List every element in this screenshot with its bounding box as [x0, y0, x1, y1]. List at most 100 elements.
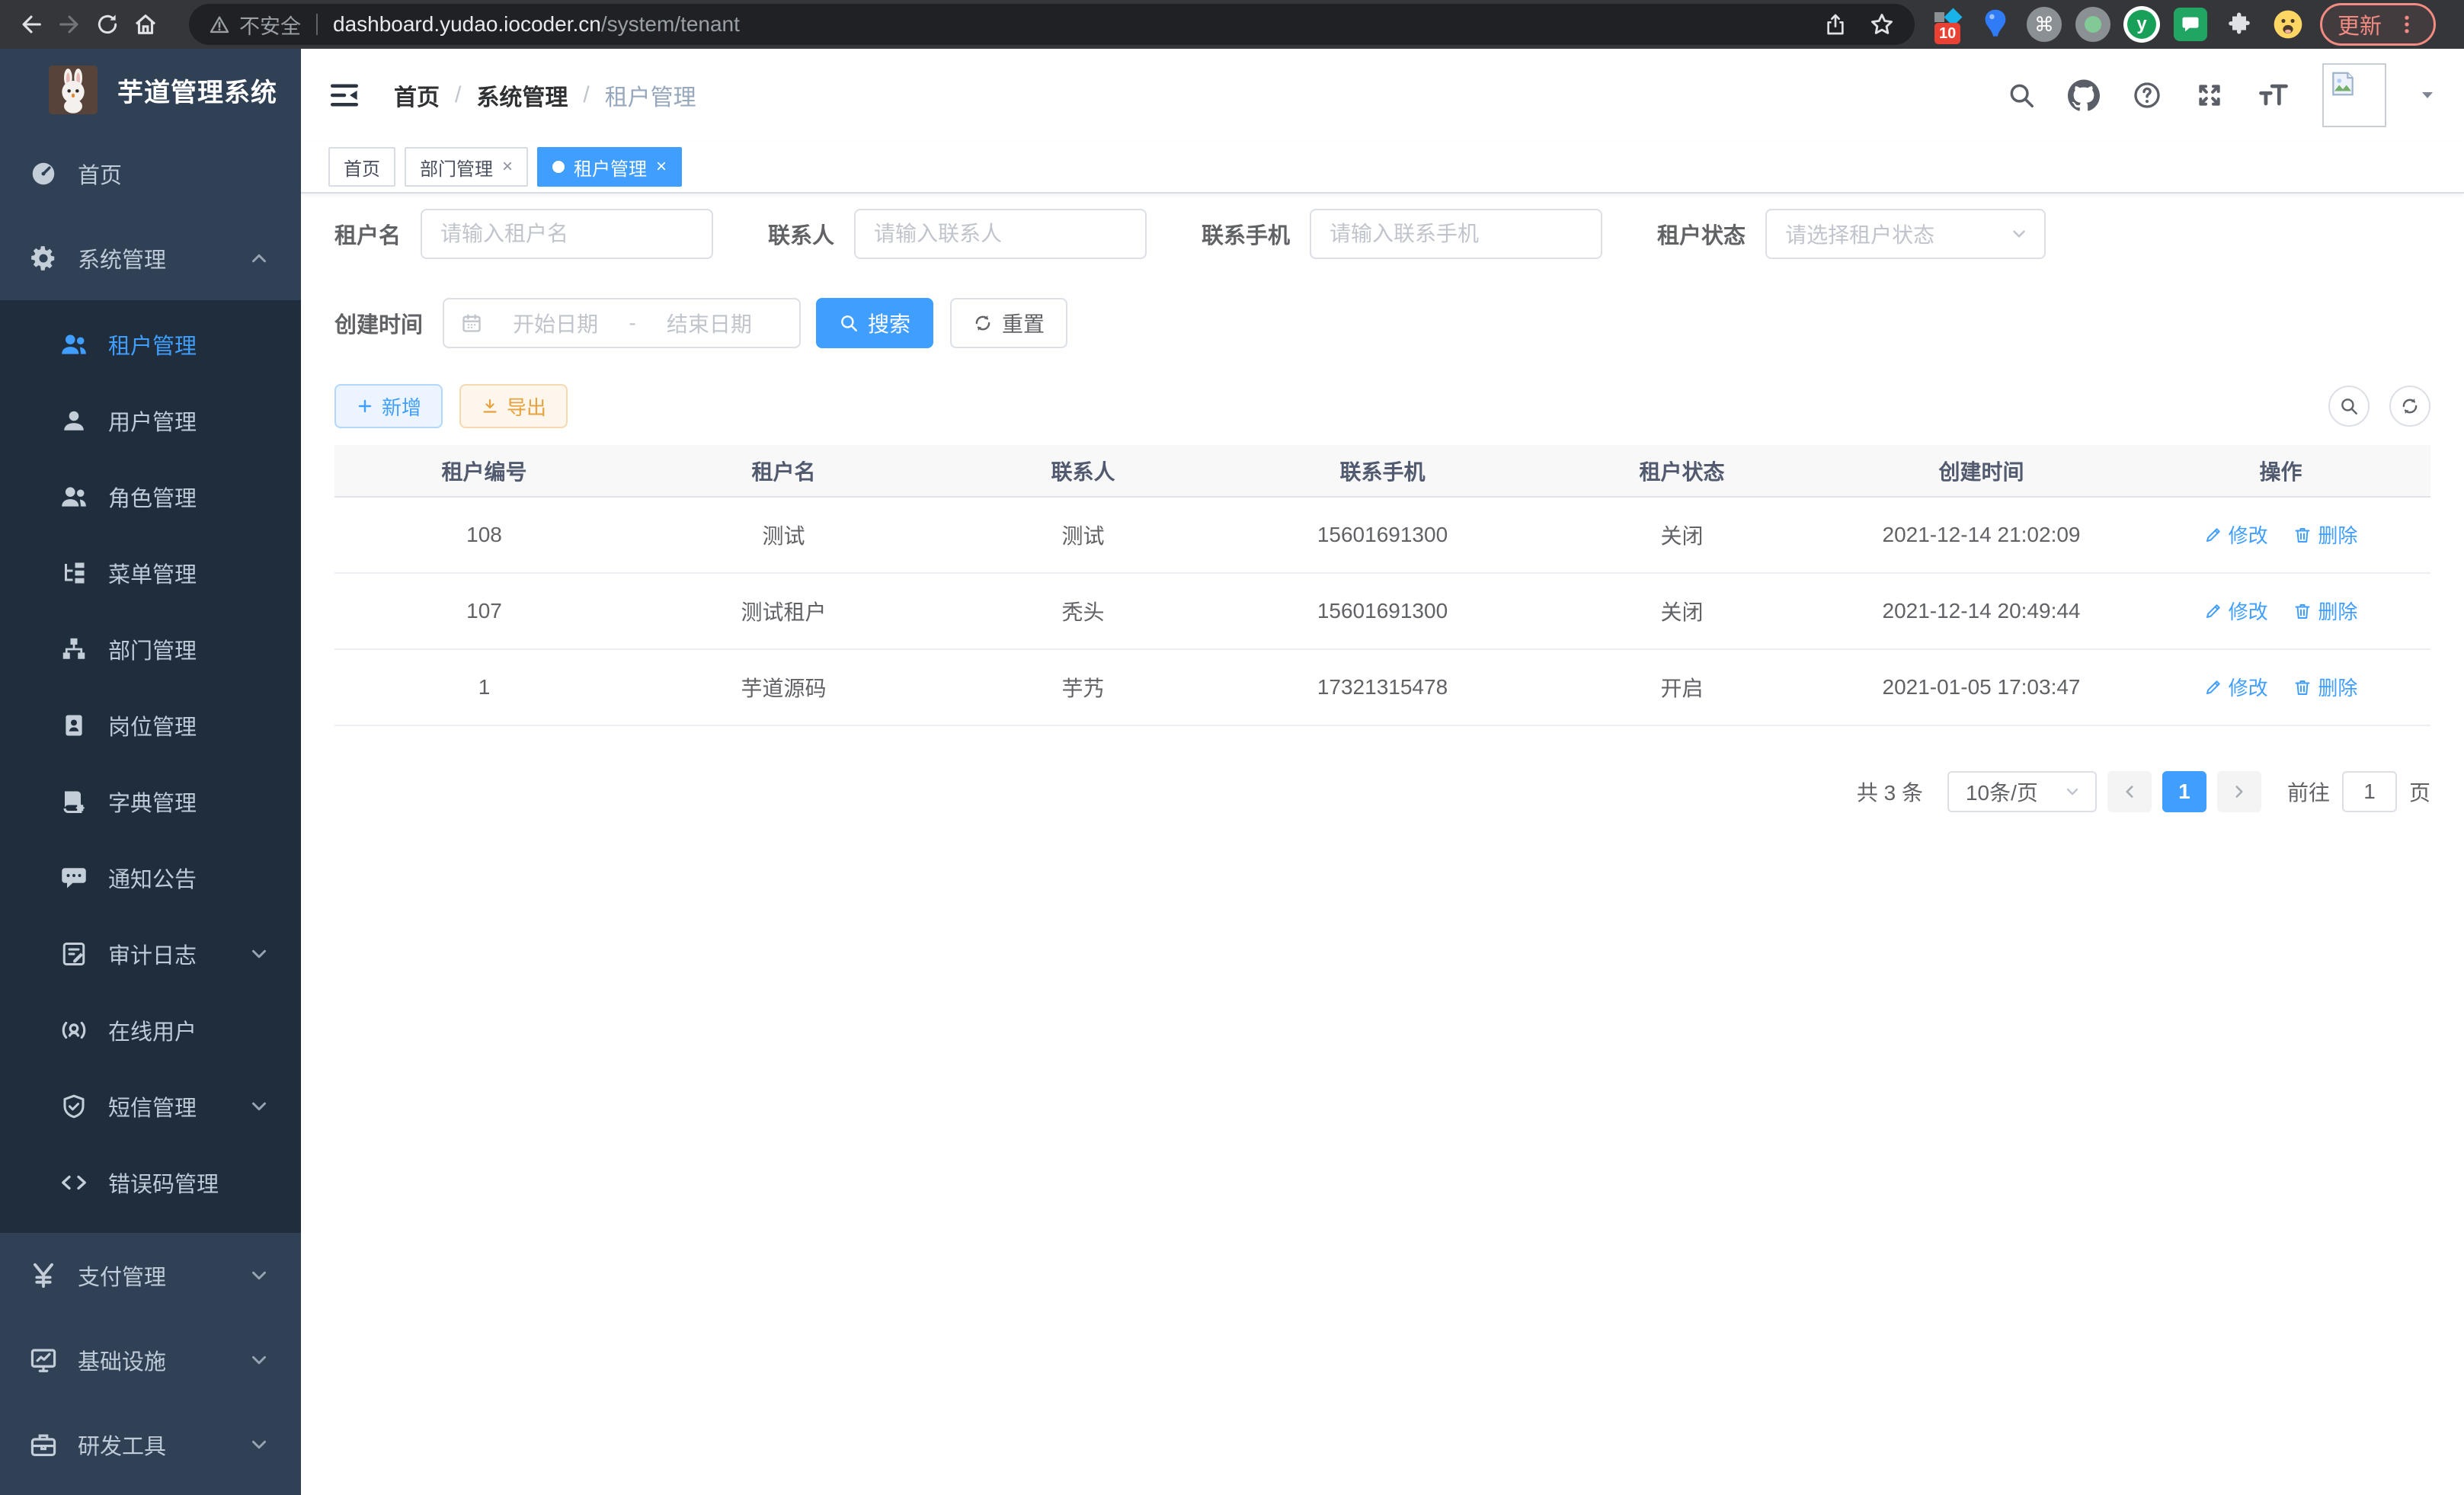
edit-button[interactable]: 修改	[2204, 597, 2268, 625]
browser-forward-button[interactable]	[50, 5, 88, 43]
sidebar-item-dict[interactable]: 字典管理	[0, 764, 301, 840]
font-size-icon[interactable]	[2257, 78, 2290, 112]
breadcrumb-home[interactable]: 首页	[394, 78, 440, 112]
toggle-search-button[interactable]	[2328, 386, 2370, 427]
profile-avatar-icon[interactable]	[2267, 3, 2309, 46]
share-icon[interactable]	[1823, 12, 1848, 37]
mobile-input[interactable]	[1310, 209, 1602, 259]
tag-home[interactable]: 首页	[328, 147, 395, 187]
page-size-select[interactable]: 10条/页	[1947, 771, 2097, 812]
browser-back-button[interactable]	[12, 5, 50, 43]
browser-home-button[interactable]	[126, 5, 165, 43]
close-icon[interactable]: ×	[502, 156, 513, 178]
browser-menu-icon[interactable]	[2395, 13, 2418, 36]
user-icon	[58, 407, 90, 434]
page-1-button[interactable]: 1	[2162, 771, 2206, 812]
tags-view-bar: 首页 部门管理 × 租户管理 ×	[301, 142, 2464, 194]
prev-page-button[interactable]	[2107, 771, 2152, 812]
table-header-row: 租户编号 租户名 联系人 联系手机 租户状态 创建时间 操作	[334, 445, 2430, 497]
github-icon[interactable]	[2068, 79, 2100, 111]
breadcrumb-system[interactable]: 系统管理	[476, 78, 568, 112]
contact-input[interactable]	[854, 209, 1147, 259]
avatar[interactable]	[2322, 63, 2386, 127]
help-icon[interactable]	[2132, 80, 2162, 110]
address-bar[interactable]: 不安全 dashboard.yudao.iocoder.cn/system/te…	[189, 4, 1915, 45]
date-start-placeholder[interactable]: 开始日期	[482, 308, 629, 338]
sidebar-item-notice[interactable]: 通知公告	[0, 840, 301, 916]
edit-document-icon	[58, 940, 90, 968]
sidebar-item-error-code[interactable]: 错误码管理	[0, 1144, 301, 1221]
delete-button[interactable]: 删除	[2293, 520, 2357, 549]
extensions-puzzle-icon[interactable]	[2218, 3, 2261, 46]
goto-label: 前往	[2287, 776, 2330, 807]
extension-y-icon[interactable]: y	[2120, 3, 2163, 46]
calendar-icon	[461, 312, 482, 334]
delete-button[interactable]: 删除	[2293, 597, 2357, 625]
edit-button[interactable]: 修改	[2204, 520, 2268, 549]
dictionary-icon	[58, 788, 90, 815]
sidebar-item-audit-log[interactable]: 审计日志	[0, 916, 301, 992]
create-time-label: 创建时间	[334, 307, 423, 339]
sidebar-item-payment[interactable]: 支付管理	[0, 1233, 301, 1317]
status-select[interactable]: 请选择租户状态	[1765, 209, 2046, 259]
code-icon	[58, 1169, 90, 1196]
sidebar-item-sms[interactable]: 短信管理	[0, 1068, 301, 1144]
sidebar-item-menu[interactable]: 菜单管理	[0, 535, 301, 611]
sidebar-item-infrastructure[interactable]: 基础设施	[0, 1317, 301, 1402]
next-page-button[interactable]	[2217, 771, 2261, 812]
add-button[interactable]: 新增	[334, 384, 443, 428]
sidebar-item-online-user[interactable]: 在线用户	[0, 992, 301, 1068]
refresh-icon	[973, 313, 993, 333]
extension-balloon-icon[interactable]	[1974, 3, 2017, 46]
org-tree-icon	[58, 635, 90, 663]
date-end-placeholder[interactable]: 结束日期	[636, 308, 782, 338]
contact-label: 联系人	[768, 218, 834, 250]
pencil-icon	[2204, 678, 2222, 696]
col-mobile: 联系手机	[1233, 445, 1532, 497]
pagination: 共 3 条 10条/页 1 前往 页	[334, 771, 2430, 812]
browser-reload-button[interactable]	[88, 5, 126, 43]
delete-button[interactable]: 删除	[2293, 673, 2357, 701]
tenant-name-label: 租户名	[334, 218, 401, 250]
date-range-picker[interactable]: 开始日期 - 结束日期	[443, 298, 801, 348]
extension-chat-icon[interactable]	[2169, 3, 2212, 46]
bookmark-star-icon[interactable]	[1869, 11, 1895, 37]
mobile-label: 联系手机	[1202, 218, 1290, 250]
toolbox-icon	[27, 1430, 59, 1459]
sidebar-item-system[interactable]: 系统管理	[0, 216, 301, 300]
extension-recorder-icon[interactable]	[2072, 3, 2114, 46]
security-chip[interactable]: 不安全	[209, 10, 301, 40]
extension-command-icon[interactable]: ⌘	[2023, 3, 2066, 46]
col-status: 租户状态	[1532, 445, 1832, 497]
sidebar-item-dev-tools[interactable]: 研发工具	[0, 1402, 301, 1487]
sidebar-item-user[interactable]: 用户管理	[0, 383, 301, 459]
tenant-name-input[interactable]	[421, 209, 713, 259]
sidebar-item-tenant[interactable]: 租户管理	[0, 306, 301, 383]
header-search-icon[interactable]	[2007, 81, 2036, 110]
search-icon	[839, 313, 859, 333]
sidebar-item-home[interactable]: 首页	[0, 131, 301, 216]
logo-rabbit-image	[49, 66, 98, 114]
sidebar-item-role[interactable]: 角色管理	[0, 459, 301, 535]
col-tenant-id: 租户编号	[334, 445, 634, 497]
fullscreen-icon[interactable]	[2194, 80, 2225, 110]
search-button[interactable]: 搜索	[816, 298, 933, 348]
sidebar-fold-icon[interactable]	[328, 79, 360, 111]
chevron-up-icon	[248, 247, 270, 270]
user-menu-caret-icon[interactable]	[2418, 86, 2437, 104]
tag-tenant[interactable]: 租户管理 ×	[537, 147, 682, 187]
reset-button[interactable]: 重置	[950, 298, 1067, 348]
sidebar-item-post[interactable]: 岗位管理	[0, 687, 301, 764]
refresh-table-button[interactable]	[2389, 386, 2430, 427]
extension-devtools-icon[interactable]: 10	[1925, 3, 1968, 46]
online-user-icon	[58, 1016, 90, 1045]
sidebar-logo[interactable]: 芋道管理系统	[0, 49, 301, 131]
browser-update-button[interactable]: 更新	[2320, 3, 2436, 46]
edit-button[interactable]: 修改	[2204, 673, 2268, 701]
sidebar-item-dept[interactable]: 部门管理	[0, 611, 301, 687]
tag-dept[interactable]: 部门管理 ×	[405, 147, 528, 187]
col-contact: 联系人	[933, 445, 1233, 497]
close-icon[interactable]: ×	[656, 156, 667, 178]
goto-page-input[interactable]	[2342, 771, 2397, 812]
export-button[interactable]: 导出	[459, 384, 568, 428]
